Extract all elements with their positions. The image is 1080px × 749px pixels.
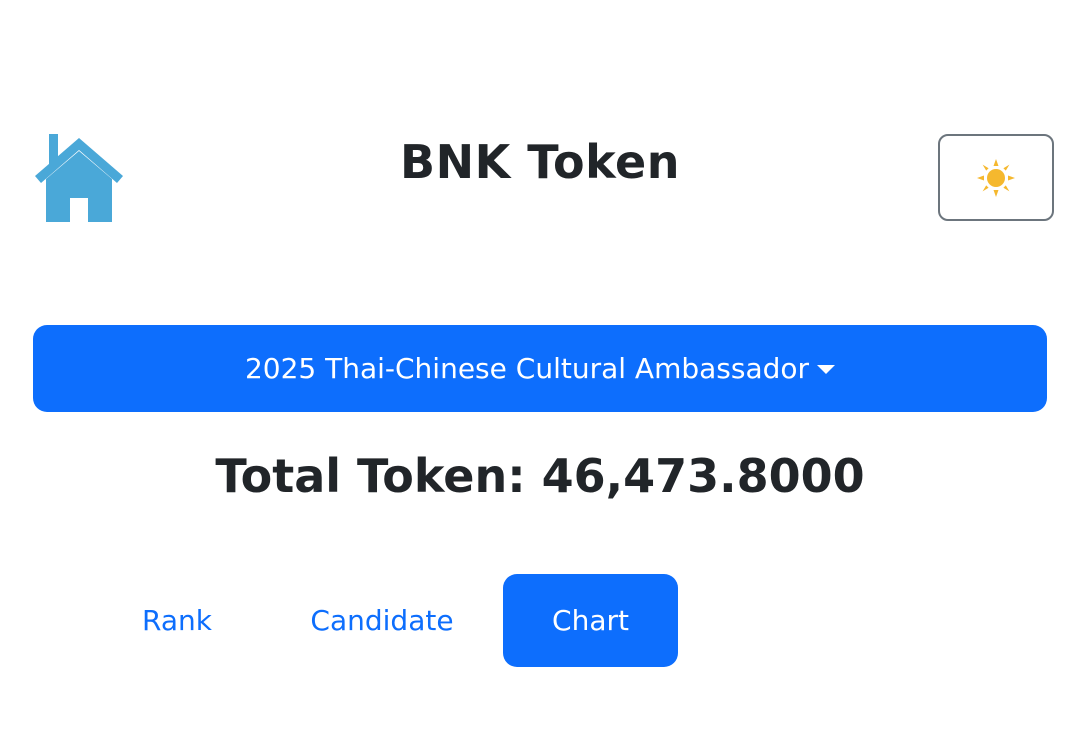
event-dropdown-button[interactable]: 2025 Thai-Chinese Cultural Ambassador xyxy=(33,325,1047,412)
caret-down-icon xyxy=(817,365,836,374)
total-token: Total Token: 46,473.8000 xyxy=(215,449,865,503)
sun-icon xyxy=(977,158,1015,197)
theme-toggle-button[interactable] xyxy=(938,134,1054,221)
tab-candidate[interactable]: Candidate xyxy=(276,574,488,667)
view-tabs: Rank Candidate Chart xyxy=(0,574,1080,667)
event-dropdown-label: 2025 Thai-Chinese Cultural Ambassador xyxy=(244,352,810,385)
page: BNK Token 2025 Thai-Chinese Cultural Amb… xyxy=(0,0,1080,749)
app-title: BNK Token xyxy=(400,135,680,189)
tab-rank[interactable]: Rank xyxy=(108,574,246,667)
tab-chart[interactable]: Chart xyxy=(503,574,678,667)
